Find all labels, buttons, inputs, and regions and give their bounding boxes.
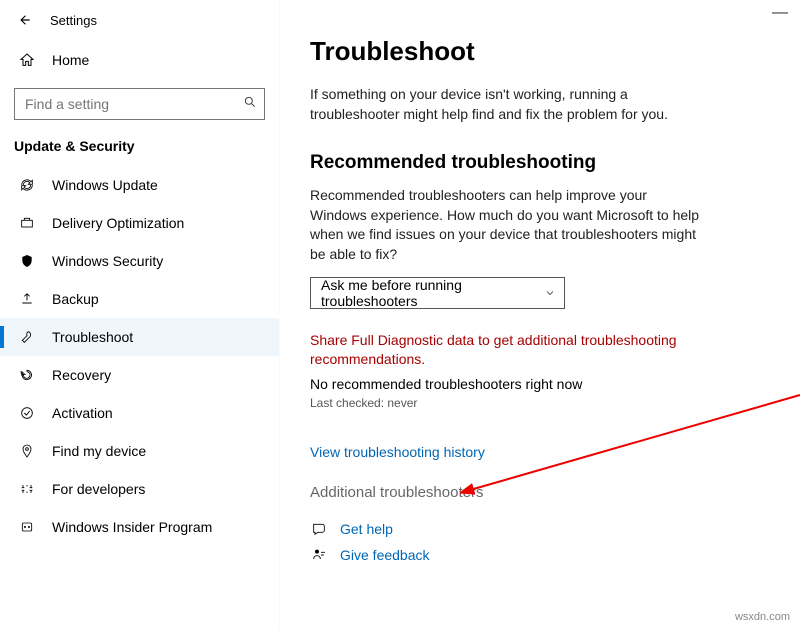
sidebar-item-find-my-device[interactable]: Find my device [0,432,279,470]
no-recommended-text: No recommended troubleshooters right now [310,376,770,392]
location-icon [18,443,36,459]
sidebar-label: Windows Security [52,253,163,269]
troubleshoot-dropdown[interactable]: Ask me before running troubleshooters [310,277,565,309]
sidebar-label: Backup [52,291,99,307]
home-icon [18,52,36,68]
sync-icon [18,177,36,193]
give-feedback-link[interactable]: Give feedback [340,547,430,563]
search-field[interactable] [14,88,265,120]
sidebar-label: Activation [52,405,113,421]
sidebar-item-for-developers[interactable]: For developers [0,470,279,508]
sidebar-item-activation[interactable]: Activation [0,394,279,432]
minimize-button[interactable]: — [772,4,788,22]
chevron-down-icon [544,287,556,299]
feedback-icon [310,547,328,563]
developers-icon [18,481,36,497]
dropdown-value: Ask me before running troubleshooters [321,277,544,309]
sidebar-label: Delivery Optimization [52,215,184,231]
sidebar-label: Recovery [52,367,111,383]
recovery-icon [18,367,36,383]
sidebar-label: Windows Update [52,177,158,193]
sidebar-label: Windows Insider Program [52,519,212,535]
section-title: Update & Security [0,138,279,166]
backup-icon [18,291,36,307]
sidebar-item-windows-security[interactable]: Windows Security [0,242,279,280]
recommended-heading: Recommended troubleshooting [310,152,770,174]
sidebar-item-recovery[interactable]: Recovery [0,356,279,394]
delivery-icon [18,215,36,231]
page-title: Troubleshoot [310,36,770,67]
get-help-link[interactable]: Get help [340,521,393,537]
troubleshoot-icon [18,329,36,345]
home-label: Home [52,52,89,68]
history-link[interactable]: View troubleshooting history [310,444,485,460]
recommended-text: Recommended troubleshooters can help imp… [310,186,700,264]
sidebar-item-delivery-optimization[interactable]: Delivery Optimization [0,204,279,242]
search-input[interactable] [14,88,265,120]
search-icon [243,95,257,109]
sidebar-item-backup[interactable]: Backup [0,280,279,318]
diagnostic-warning: Share Full Diagnostic data to get additi… [310,331,690,370]
back-button[interactable] [10,5,40,35]
page-intro: If something on your device isn't workin… [310,85,700,124]
sidebar-label: Troubleshoot [52,329,133,345]
insider-icon [18,519,36,535]
sidebar-label: Find my device [52,443,146,459]
activation-icon [18,405,36,421]
shield-icon [18,253,36,269]
additional-troubleshooters[interactable]: Additional troubleshooters [310,484,770,501]
sidebar-label: For developers [52,481,145,497]
home-nav[interactable]: Home [0,40,279,80]
watermark: wsxdn.com [735,611,790,623]
last-checked: Last checked: never [310,396,770,410]
app-title: Settings [50,13,97,28]
get-help-icon [310,521,328,537]
sidebar-item-troubleshoot[interactable]: Troubleshoot [0,318,279,356]
sidebar-item-windows-insider[interactable]: Windows Insider Program [0,508,279,546]
sidebar-item-windows-update[interactable]: Windows Update [0,166,279,204]
